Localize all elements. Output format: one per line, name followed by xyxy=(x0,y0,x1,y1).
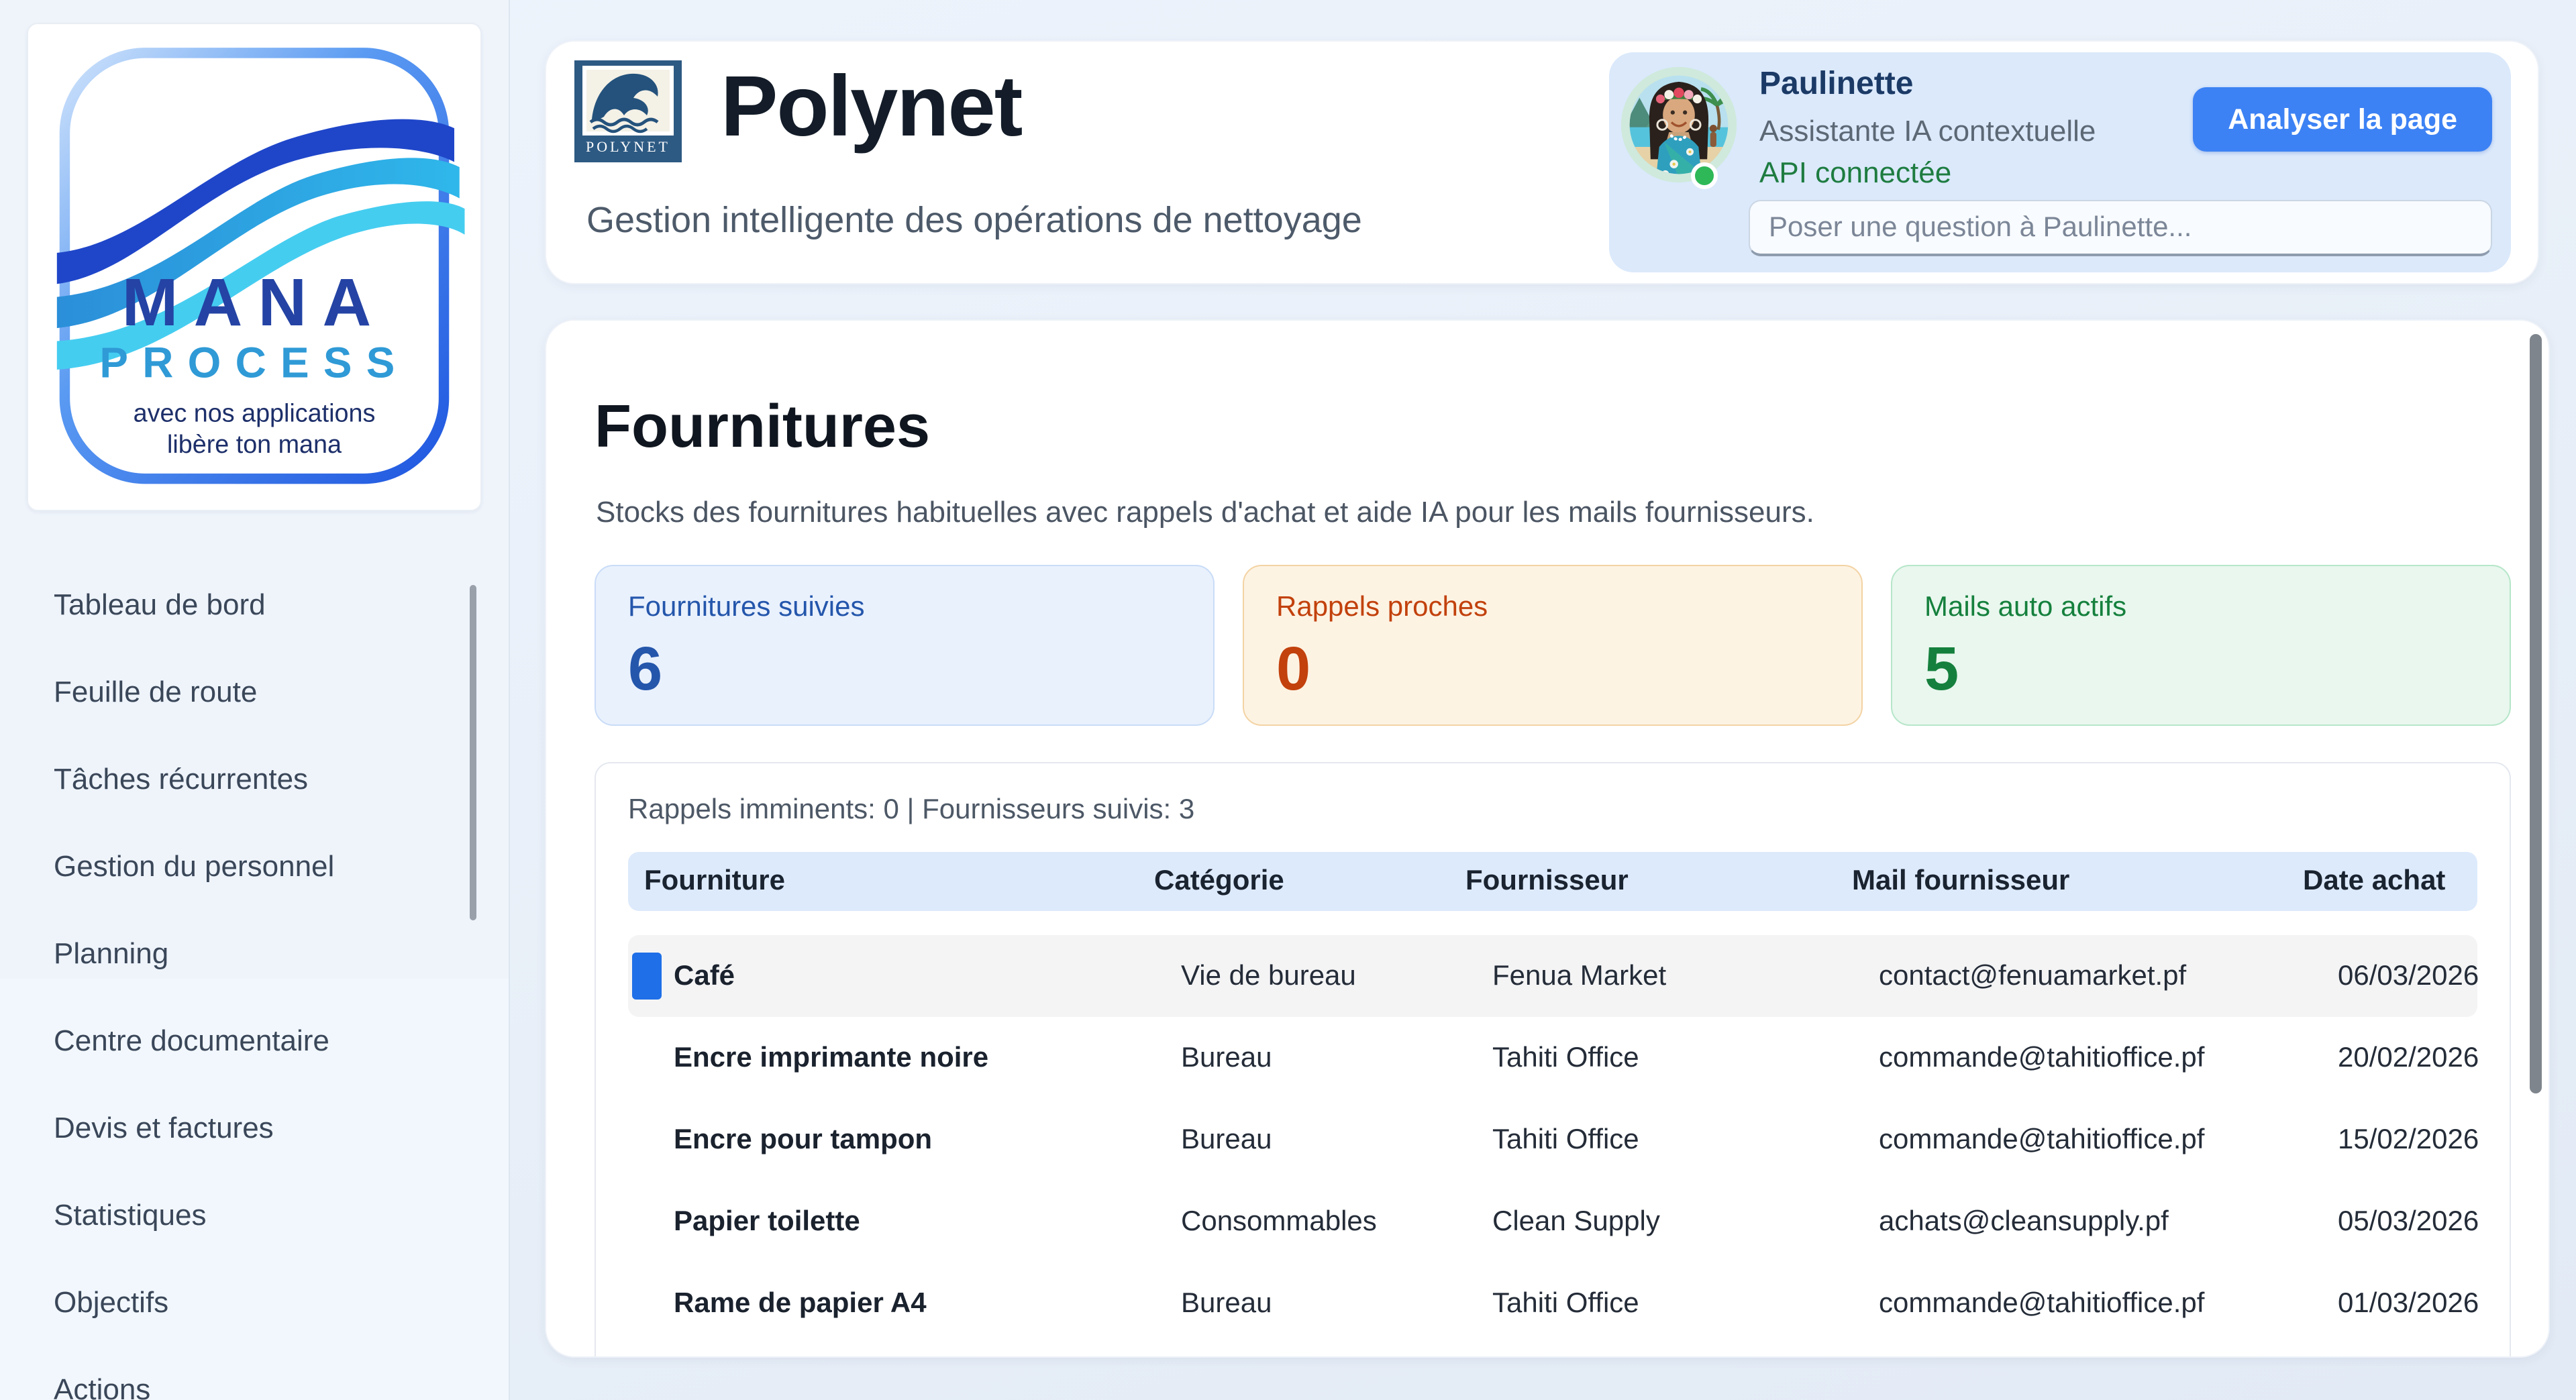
sidebar-item-devis-et-factures[interactable]: Devis et factures xyxy=(0,1084,509,1171)
sidebar: MANA PROCESS avec nos applications libèr… xyxy=(0,0,510,1400)
sidebar-nav: Tableau de bord Feuille de route Tâches … xyxy=(0,561,509,1400)
table-header-row: Fourniture Catégorie Fournisseur Mail fo… xyxy=(628,852,2477,911)
section-title: Fournitures xyxy=(595,392,930,462)
page-title: Polynet xyxy=(721,56,1021,156)
stat-card-fournitures-suivies: Fournitures suivies 6 xyxy=(595,565,1215,726)
cell-date: 15/02/2026 xyxy=(2279,1124,2479,1156)
section-subtitle: Stocks des fournitures habituelles avec … xyxy=(596,495,1814,530)
cell-categorie: Consommables xyxy=(1151,1205,1463,1238)
header-card: POLYNET Polynet Gestion intelligente des… xyxy=(545,40,2539,284)
cell-fournisseur: Clean Supply xyxy=(1463,1205,1849,1238)
assistant-api-status: API connectée xyxy=(1759,156,1951,191)
polynet-app: MANA PROCESS avec nos applications libèr… xyxy=(0,0,2576,1400)
logo-line2: PROCESS xyxy=(99,339,409,387)
stat-label: Rappels proches xyxy=(1276,592,1829,624)
mana-process-logo-icon: MANA PROCESS avec nos applications libèr… xyxy=(34,30,475,502)
sidebar-item-tableau-de-bord[interactable]: Tableau de bord xyxy=(0,561,509,648)
cell-fourniture: Encre imprimante noire xyxy=(628,1042,1151,1074)
table-row[interactable]: Encre pour tampon Bureau Tahiti Office c… xyxy=(628,1099,2477,1181)
cell-date: 05/03/2026 xyxy=(2279,1205,2479,1238)
sidebar-item-taches-recurrentes[interactable]: Tâches récurrentes xyxy=(0,735,509,822)
column-header-fourniture: Fourniture xyxy=(628,865,1151,898)
polynet-logo-icon: POLYNET xyxy=(574,60,682,162)
stat-label: Mails auto actifs xyxy=(1924,592,2477,624)
assistant-question-input[interactable] xyxy=(1749,200,2492,256)
sidebar-item-objectifs[interactable]: Objectifs xyxy=(0,1258,509,1346)
stat-card-mails-auto-actifs: Mails auto actifs 5 xyxy=(1891,565,2511,726)
stat-card-rappels-proches: Rappels proches 0 xyxy=(1243,565,1863,726)
polynet-logo-caption: POLYNET xyxy=(586,138,670,155)
logo-tagline1: avec nos applications xyxy=(134,398,376,427)
cell-date: 20/02/2026 xyxy=(2279,1042,2479,1074)
table-info-bar: Rappels imminents: 0 | Fournisseurs suiv… xyxy=(628,793,2477,828)
column-header-date-achat: Date achat xyxy=(2279,865,2477,898)
avatar xyxy=(1620,66,1738,184)
cell-categorie: Bureau xyxy=(1151,1042,1463,1074)
cell-mail: commande@tahitioffice.pf xyxy=(1849,1042,2279,1074)
fournitures-table: Rappels imminents: 0 | Fournisseurs suiv… xyxy=(595,762,2511,1358)
sidebar-item-actions[interactable]: Actions xyxy=(0,1346,509,1400)
fournitures-card: Fournitures Stocks des fournitures habit… xyxy=(545,319,2550,1358)
cell-mail: commande@tahitioffice.pf xyxy=(1849,1287,2279,1320)
stat-value: 0 xyxy=(1276,635,1829,702)
main-card-scrollbar[interactable] xyxy=(2530,334,2542,1093)
sidebar-item-planning[interactable]: Planning xyxy=(0,910,509,997)
sidebar-item-gestion-du-personnel[interactable]: Gestion du personnel xyxy=(0,822,509,910)
sidebar-item-feuille-de-route[interactable]: Feuille de route xyxy=(0,648,509,735)
cell-mail: achats@cleansupply.pf xyxy=(1849,1205,2279,1238)
cell-categorie: Bureau xyxy=(1151,1124,1463,1156)
online-status-dot xyxy=(1691,162,1718,189)
cell-fournisseur: Tahiti Office xyxy=(1463,1287,1849,1320)
column-header-mail: Mail fournisseur xyxy=(1849,865,2279,898)
assistant-role: Assistante IA contextuelle xyxy=(1759,114,2096,149)
assistant-avatar-icon xyxy=(1620,66,1738,184)
logo-line1: MANA xyxy=(122,265,387,340)
cell-fourniture: Rame de papier A4 xyxy=(628,1287,1151,1320)
cell-fourniture: Café xyxy=(628,960,1151,992)
table-row[interactable]: Café Vie de bureau Fenua Market contact@… xyxy=(628,935,2477,1017)
analyse-page-button[interactable]: Analyser la page xyxy=(2193,87,2492,152)
cell-mail: commande@tahitioffice.pf xyxy=(1849,1124,2279,1156)
stat-value: 5 xyxy=(1924,635,2477,702)
assistant-name: Paulinette xyxy=(1759,66,1913,103)
cell-fournisseur: Fenua Market xyxy=(1463,960,1849,992)
mana-process-logo: MANA PROCESS avec nos applications libèr… xyxy=(27,23,482,511)
column-header-categorie: Catégorie xyxy=(1151,865,1463,898)
cell-fourniture: Papier toilette xyxy=(628,1205,1151,1238)
assistant-panel: Paulinette Assistante IA contextuelle AP… xyxy=(1609,52,2511,272)
table-row[interactable]: Papier toilette Consommables Clean Suppl… xyxy=(628,1181,2477,1262)
table-row[interactable]: Rame de papier A4 Bureau Tahiti Office c… xyxy=(628,1262,2477,1344)
selected-row-indicator xyxy=(632,953,662,1000)
table-body: Café Vie de bureau Fenua Market contact@… xyxy=(628,935,2477,1358)
column-header-fournisseur: Fournisseur xyxy=(1463,865,1849,898)
cell-date: 01/03/2026 xyxy=(2279,1287,2479,1320)
table-row[interactable]: Encre imprimante noire Bureau Tahiti Off… xyxy=(628,1017,2477,1099)
sidebar-scrollbar[interactable] xyxy=(470,585,476,920)
cell-date: 06/03/2026 xyxy=(2279,960,2479,992)
logo-tagline2: libère ton mana xyxy=(167,430,342,458)
page-subtitle: Gestion intelligente des opérations de n… xyxy=(586,200,1362,241)
cell-fournisseur: Tahiti Office xyxy=(1463,1042,1849,1074)
stat-label: Fournitures suivies xyxy=(628,592,1181,624)
cell-categorie: Bureau xyxy=(1151,1287,1463,1320)
cell-mail: contact@fenuamarket.pf xyxy=(1849,960,2279,992)
cell-categorie: Vie de bureau xyxy=(1151,960,1463,992)
cell-fourniture: Encre pour tampon xyxy=(628,1124,1151,1156)
sidebar-item-centre-documentaire[interactable]: Centre documentaire xyxy=(0,997,509,1084)
stat-value: 6 xyxy=(628,635,1181,702)
sidebar-item-statistiques[interactable]: Statistiques xyxy=(0,1171,509,1258)
cell-fournisseur: Tahiti Office xyxy=(1463,1124,1849,1156)
stats-row: Fournitures suivies 6 Rappels proches 0 … xyxy=(595,565,2511,726)
table-row[interactable]: Sopalin Consommables Clean Supply achats… xyxy=(628,1344,2477,1358)
